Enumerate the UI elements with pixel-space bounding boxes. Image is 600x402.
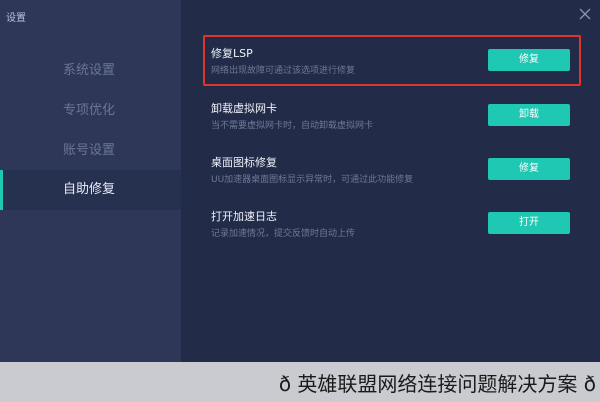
- setting-title: 打开加速日志: [211, 210, 277, 223]
- setting-description: UU加速器桌面图标显示异常时，可通过此功能修复: [211, 175, 414, 185]
- caption-text: ð 英雄联盟网络连接问题解决方案 ð: [278, 372, 596, 396]
- window-title: 设置: [6, 13, 26, 24]
- sidebar-item-account-settings[interactable]: 账号设置: [0, 131, 181, 171]
- sidebar-item-special-optimization[interactable]: 专项优化: [0, 91, 181, 131]
- close-icon[interactable]: [578, 7, 592, 21]
- sidebar: 设置 系统设置 专项优化 账号设置 自助修复: [0, 0, 181, 362]
- sidebar-item-system-settings[interactable]: 系统设置: [0, 51, 181, 91]
- open-log-button[interactable]: 打开: [488, 212, 570, 234]
- setting-row-lsp-repair: 修复LSP 网络出现故障可通过该选项进行修复 修复: [203, 45, 581, 89]
- setting-title: 卸载虚拟网卡: [211, 102, 277, 115]
- caption-bar: ð 英雄联盟网络连接问题解决方案 ð: [0, 362, 600, 402]
- repair-lsp-button[interactable]: 修复: [488, 49, 570, 71]
- setting-description: 记录加速情况，提交反馈时自动上传: [211, 229, 356, 239]
- setting-row-desktop-icon-repair: 桌面图标修复 UU加速器桌面图标显示异常时，可通过此功能修复 修复: [203, 154, 581, 198]
- settings-window: 设置 系统设置 专项优化 账号设置 自助修复 修复LSP 网络出现故障可通过该选…: [0, 0, 600, 362]
- setting-title: 桌面图标修复: [211, 156, 277, 169]
- uninstall-virtual-nic-button[interactable]: 卸载: [488, 104, 570, 126]
- setting-title: 修复LSP: [211, 47, 253, 60]
- repair-desktop-icon-button[interactable]: 修复: [488, 158, 570, 180]
- setting-row-uninstall-virtual-nic: 卸载虚拟网卡 当不需要虚拟网卡时，自动卸载虚拟网卡 卸载: [203, 100, 581, 144]
- sidebar-item-self-repair[interactable]: 自助修复: [0, 170, 181, 210]
- setting-row-open-acceleration-log: 打开加速日志 记录加速情况，提交反馈时自动上传 打开: [203, 208, 581, 252]
- setting-description: 当不需要虚拟网卡时，自动卸载虚拟网卡: [211, 121, 374, 131]
- setting-description: 网络出现故障可通过该选项进行修复: [211, 66, 356, 76]
